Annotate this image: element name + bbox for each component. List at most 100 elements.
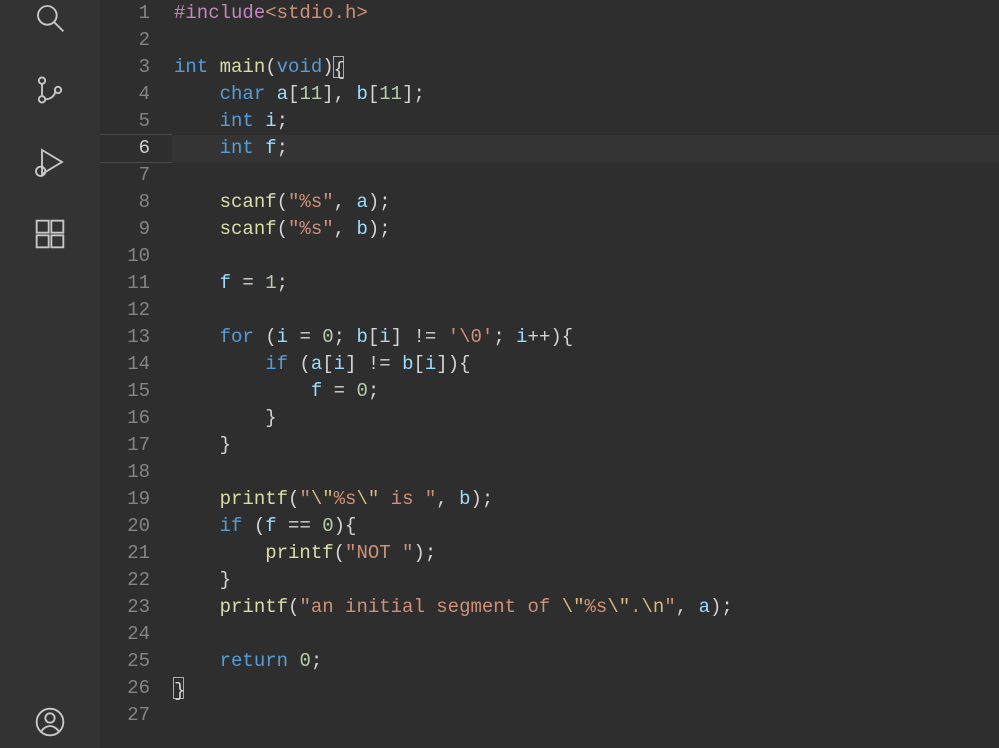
token — [174, 137, 220, 159]
token: if — [220, 515, 243, 537]
token: [ — [288, 83, 299, 105]
line-number: 9 — [100, 216, 150, 243]
code-area[interactable]: #include<stdio.h>int main(void){ char a[… — [172, 0, 999, 748]
code-line[interactable]: int f; — [172, 135, 999, 162]
token: ; — [277, 272, 288, 294]
code-line[interactable]: printf("an initial segment of \"%s\".\n"… — [172, 594, 999, 621]
token: i — [334, 353, 345, 375]
token — [174, 191, 220, 213]
code-line[interactable] — [172, 27, 999, 54]
code-line[interactable] — [172, 621, 999, 648]
token: ] != — [345, 353, 402, 375]
editor[interactable]: 1234567891011121314151617181920212223242… — [100, 0, 999, 748]
token — [174, 326, 220, 348]
token: b — [356, 83, 367, 105]
token: int — [174, 56, 208, 78]
token: %s — [585, 596, 608, 618]
search-icon[interactable] — [32, 0, 68, 36]
token: ( — [277, 191, 288, 213]
code-line[interactable] — [172, 243, 999, 270]
code-line[interactable]: for (i = 0; b[i] != '\0'; i++){ — [172, 324, 999, 351]
code-line[interactable]: char a[11], b[11]; — [172, 81, 999, 108]
token — [208, 56, 219, 78]
token: \" — [311, 488, 334, 510]
code-line[interactable]: int main(void){ — [172, 54, 999, 81]
ide-root: 1234567891011121314151617181920212223242… — [0, 0, 999, 748]
token — [174, 272, 220, 294]
token: return — [220, 650, 288, 672]
token — [174, 596, 220, 618]
token — [288, 650, 299, 672]
token: ); — [710, 596, 733, 618]
line-number: 7 — [100, 162, 150, 189]
token: ( — [334, 542, 345, 564]
code-line[interactable]: #include<stdio.h> — [172, 0, 999, 27]
token: ]; — [402, 83, 425, 105]
token: [ — [322, 353, 333, 375]
code-line[interactable] — [172, 702, 999, 729]
token: [ — [368, 326, 379, 348]
code-line[interactable] — [172, 459, 999, 486]
token: = — [231, 272, 265, 294]
token: 1 — [265, 272, 276, 294]
account-icon[interactable] — [32, 704, 68, 740]
code-line[interactable]: } — [172, 432, 999, 459]
code-line[interactable]: f = 1; — [172, 270, 999, 297]
token: "an initial segment of — [299, 596, 561, 618]
token: "%s" — [288, 218, 334, 240]
line-number: 3 — [100, 54, 150, 81]
token: ; — [277, 137, 288, 159]
code-line[interactable]: f = 0; — [172, 378, 999, 405]
code-line[interactable] — [172, 162, 999, 189]
token: b — [356, 326, 367, 348]
code-line[interactable]: printf("NOT "); — [172, 540, 999, 567]
token: int — [220, 110, 254, 132]
token: "NOT " — [345, 542, 413, 564]
source-control-icon[interactable] — [32, 72, 68, 108]
line-number: 21 — [100, 540, 150, 567]
token: 0 — [322, 515, 333, 537]
token: int — [220, 137, 254, 159]
token: ++){ — [528, 326, 574, 348]
token: is " — [379, 488, 436, 510]
line-number: 13 — [100, 324, 150, 351]
token: \" — [562, 596, 585, 618]
token: for — [220, 326, 254, 348]
token — [174, 515, 220, 537]
code-line[interactable] — [172, 297, 999, 324]
token: i — [516, 326, 527, 348]
token: a — [311, 353, 322, 375]
extensions-icon[interactable] — [32, 216, 68, 252]
code-line[interactable]: scanf("%s", b); — [172, 216, 999, 243]
line-number: 17 — [100, 432, 150, 459]
token: ); — [368, 218, 391, 240]
activity-bar — [0, 0, 100, 748]
token: a — [356, 191, 367, 213]
token — [174, 542, 265, 564]
code-line[interactable]: scanf("%s", a); — [172, 189, 999, 216]
token — [174, 407, 265, 429]
token: f — [265, 137, 276, 159]
token: } — [220, 434, 231, 456]
line-number-gutter: 1234567891011121314151617181920212223242… — [100, 0, 172, 748]
code-line[interactable]: int i; — [172, 108, 999, 135]
token: ; — [277, 110, 288, 132]
code-line[interactable]: } — [172, 567, 999, 594]
code-line[interactable]: if (a[i] != b[i]){ — [172, 351, 999, 378]
token: " — [299, 488, 310, 510]
token: f — [220, 272, 231, 294]
token: b — [402, 353, 413, 375]
token — [174, 488, 220, 510]
code-line[interactable]: printf("\"%s\" is ", b); — [172, 486, 999, 513]
run-debug-icon[interactable] — [32, 144, 68, 180]
code-line[interactable]: } — [172, 675, 999, 702]
code-line[interactable]: if (f == 0){ — [172, 513, 999, 540]
code-line[interactable]: } — [172, 405, 999, 432]
token: , — [334, 218, 357, 240]
token — [265, 83, 276, 105]
line-number: 25 — [100, 648, 150, 675]
line-number: 1 — [100, 0, 150, 27]
line-number: 12 — [100, 297, 150, 324]
line-number: 27 — [100, 702, 150, 729]
code-line[interactable]: return 0; — [172, 648, 999, 675]
